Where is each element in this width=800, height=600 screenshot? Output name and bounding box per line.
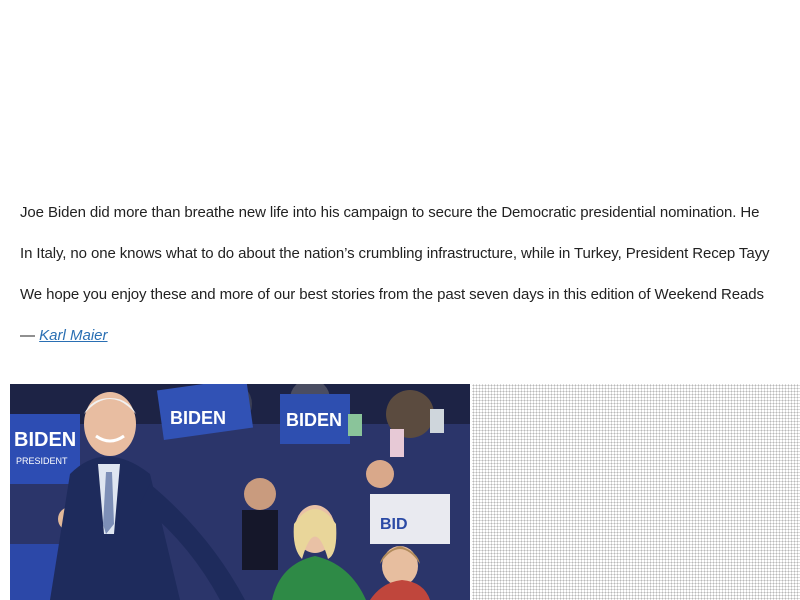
byline-dash: — xyxy=(20,327,35,344)
byline: — Karl Maier xyxy=(20,325,800,347)
author-link[interactable]: Karl Maier xyxy=(39,327,107,344)
svg-text:BIDEN: BIDEN xyxy=(286,410,342,430)
svg-text:BIDEN: BIDEN xyxy=(170,408,226,428)
article-intro: Joe Biden did more than breathe new life… xyxy=(20,202,800,347)
page: Joe Biden did more than breathe new life… xyxy=(0,0,800,600)
intro-paragraph-3: We hope you enjoy these and more of our … xyxy=(20,286,764,303)
hero-photo[interactable]: BIDEN PRESIDENT BIDEN BIDEN BID xyxy=(10,384,470,600)
svg-text:PRESIDENT: PRESIDENT xyxy=(16,456,68,466)
intro-paragraph-1: Joe Biden did more than breathe new life… xyxy=(20,204,760,221)
intro-paragraph-2: In Italy, no one knows what to do about … xyxy=(20,245,770,262)
ad-space xyxy=(0,0,800,200)
svg-text:BID: BID xyxy=(380,516,408,533)
hero-photo-illustration: BIDEN PRESIDENT BIDEN BIDEN BID xyxy=(10,384,470,600)
dotted-placeholder xyxy=(472,384,800,600)
svg-text:BIDEN: BIDEN xyxy=(14,429,76,451)
